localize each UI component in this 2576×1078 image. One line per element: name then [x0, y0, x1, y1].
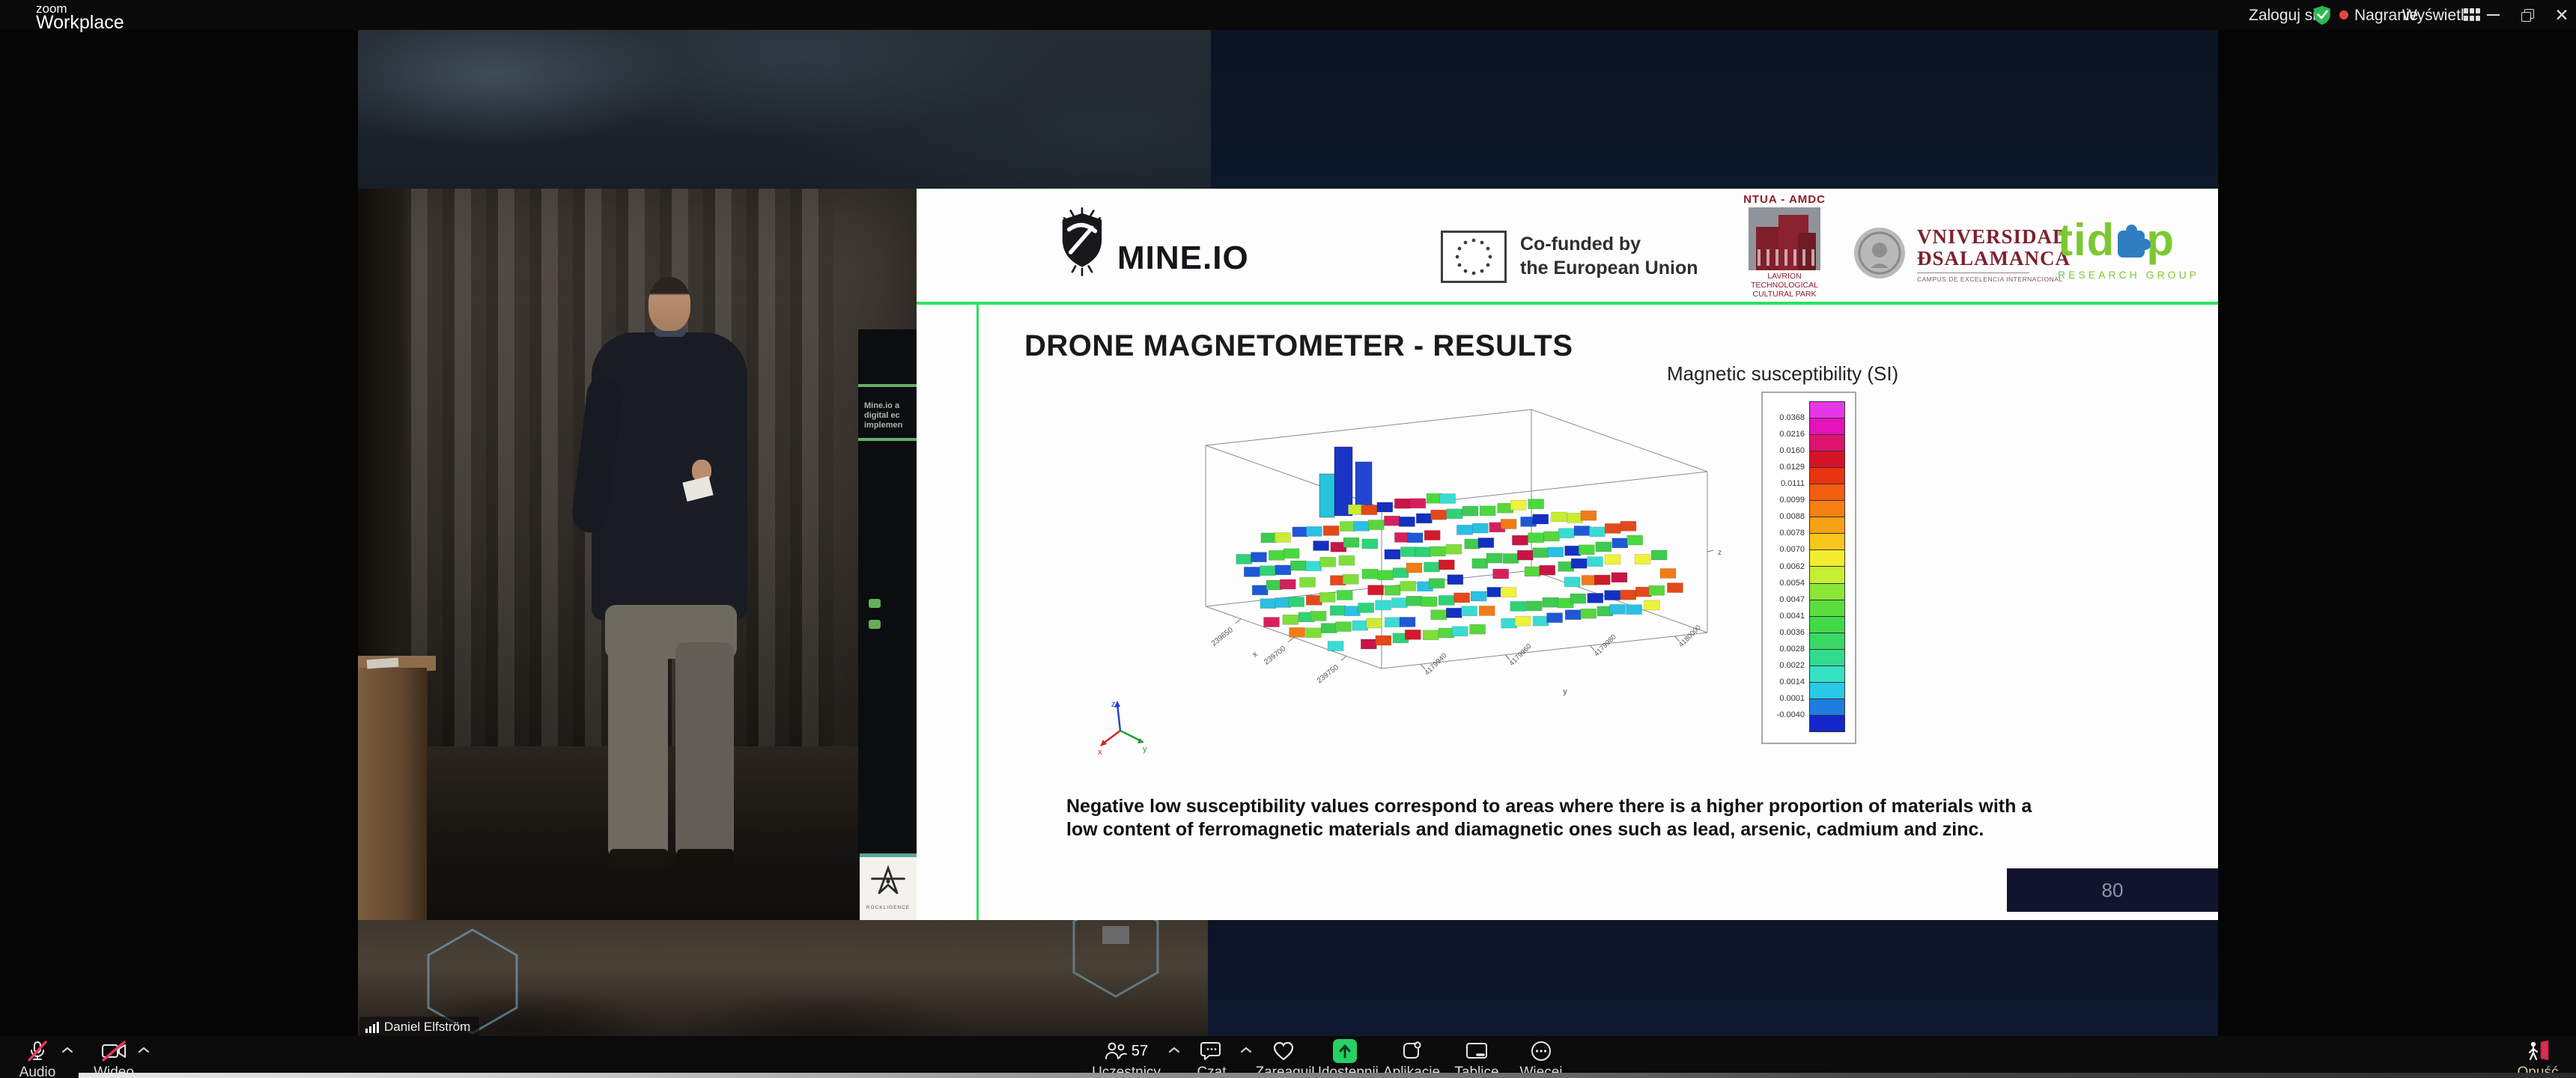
eu-flag-icon	[1441, 231, 1507, 283]
side-screen-icon	[869, 599, 881, 608]
meeting-toolbar: Audio Wideo	[0, 1036, 2576, 1078]
chat-chevron[interactable]	[1240, 1047, 1252, 1053]
slide-green-divider	[917, 302, 2218, 305]
speaker-leg	[608, 642, 668, 858]
axis-triad-icon: z x y	[1096, 698, 1150, 758]
rockligence-logo-icon	[860, 857, 917, 902]
video-options-chevron[interactable]	[138, 1047, 150, 1053]
workplace-brand: Workplace	[36, 12, 124, 34]
svg-text:239700: 239700	[1263, 645, 1287, 666]
shared-screen-video: Mine.io a digital ec implemen	[358, 30, 2218, 1036]
apps-icon	[1400, 1039, 1423, 1063]
svg-text:239750: 239750	[1316, 663, 1340, 685]
svg-text:239650: 239650	[1210, 626, 1235, 648]
colorbar-bands	[1809, 402, 1845, 732]
speaker-shoe	[610, 849, 668, 867]
mic-muted-icon	[26, 1039, 49, 1063]
svg-text:4179980: 4179980	[1593, 633, 1618, 658]
speaker-camera: Mine.io a digital ec implemen	[358, 189, 917, 920]
eu-funding-text: Co-funded by the European Union	[1520, 232, 1698, 280]
heart-icon	[1272, 1039, 1295, 1063]
colorbar-title: Magnetic susceptibility (SI)	[1667, 362, 1898, 386]
restore-button[interactable]	[2513, 0, 2542, 30]
signal-bars-icon	[365, 1021, 379, 1033]
svg-text:x: x	[1098, 748, 1102, 757]
svg-text:z: z	[1111, 700, 1116, 709]
usal-seal-icon	[1851, 225, 1908, 281]
stage-backdrop-navy-bottom	[1208, 920, 2218, 1036]
titlebar: zoom Workplace Zaloguj się Nagranie Wyśw…	[0, 0, 2576, 30]
audio-options-chevron[interactable]	[61, 1047, 73, 1053]
slide-body-text: Negative low susceptibility values corre…	[1066, 795, 2036, 841]
audio-button[interactable]: Audio	[6, 1039, 69, 1078]
partner-card-text: ROCKLIGENCE	[860, 905, 917, 910]
side-screen-icon	[869, 620, 881, 629]
chat-icon	[1200, 1039, 1223, 1063]
participants-icon	[1105, 1041, 1127, 1062]
magnetometer-3d-plot: 239650 239700 239750 x 4179940 4179960 4179980…	[1101, 393, 1760, 749]
partner-card: ROCKLIGENCE	[860, 853, 917, 920]
camera-off-icon	[101, 1039, 127, 1063]
security-shield-icon[interactable]	[2312, 5, 2332, 25]
minimize-button[interactable]	[2479, 0, 2507, 30]
speaker-shoe	[677, 849, 734, 867]
mineio-wordmark: MINE.IO	[1117, 240, 1249, 277]
tidop-logo: tidp RESEARCH GROUP	[2058, 214, 2199, 281]
stage-side-screen: Mine.io a digital ec implemen	[858, 329, 917, 853]
slide-page-bar: 80	[2007, 868, 2218, 912]
speaker-head	[648, 277, 690, 331]
svg-text:x: x	[1251, 650, 1260, 660]
zoom-workplace-window: zoom Workplace Zaloguj się Nagranie Wyśw…	[0, 0, 2576, 1078]
svg-text:z: z	[1718, 549, 1722, 557]
speaker-leg	[675, 642, 734, 858]
colorbar-legend: 0.03680.02160.01600.01290.01110.00990.00…	[1761, 392, 1856, 744]
participants-chevron[interactable]	[1168, 1047, 1180, 1053]
share-screen-icon	[1333, 1039, 1357, 1063]
tidop-puzzle-icon	[2118, 231, 2145, 258]
gallery-view-icon[interactable]	[2464, 8, 2480, 22]
participant-name: Daniel Elfström	[384, 1020, 470, 1035]
colorbar-tick-labels: 0.03680.02160.01600.01290.01110.00990.00…	[1764, 402, 1806, 732]
svg-text:4179960: 4179960	[1508, 642, 1534, 668]
stage-backdrop-navy-top	[1211, 30, 2218, 189]
mineio-shield-icon	[1056, 207, 1108, 278]
ntua-buildings-image	[1749, 207, 1820, 270]
participant-nametag: Daniel Elfström	[359, 1017, 479, 1036]
close-button[interactable]: ✕	[2548, 0, 2576, 30]
restore-icon	[2521, 9, 2533, 21]
slide-title: DRONE MAGNETOMETER - RESULTS	[1024, 329, 1573, 363]
svg-text:y: y	[1143, 745, 1147, 754]
podium-front	[358, 668, 427, 920]
svg-text:4179940: 4179940	[1424, 651, 1449, 677]
side-screen-text: Mine.io a digital ec implemen	[864, 401, 902, 430]
leave-door-icon	[2525, 1039, 2551, 1063]
whiteboard-icon	[1465, 1039, 1489, 1063]
slide-green-sideline	[976, 305, 979, 920]
usal-wordmark: VNIVERSIDAD ĐSALAMANCA CAMPUS DE EXCELEN…	[1917, 226, 2071, 283]
presentation-slide: MINE.IO Co-funded by the European Union …	[917, 189, 2218, 920]
participants-count: 57	[1131, 1043, 1148, 1060]
slide-page-number: 80	[2102, 879, 2124, 902]
stage-backdrop-sky	[358, 30, 1211, 189]
svg-text:4180000: 4180000	[1677, 624, 1703, 649]
ntua-logo: NTUA - AMDC LAVRION TECHNOLOGICAL CULTUR…	[1737, 193, 1832, 299]
svg-text:y: y	[1563, 687, 1567, 696]
view-button[interactable]: Wyświetl	[2402, 7, 2464, 25]
record-dot-icon	[2339, 10, 2348, 19]
close-icon: ✕	[2554, 5, 2569, 25]
more-icon	[1530, 1039, 1552, 1063]
taskbar-edge	[79, 1073, 2576, 1078]
minimize-icon	[2487, 14, 2500, 16]
